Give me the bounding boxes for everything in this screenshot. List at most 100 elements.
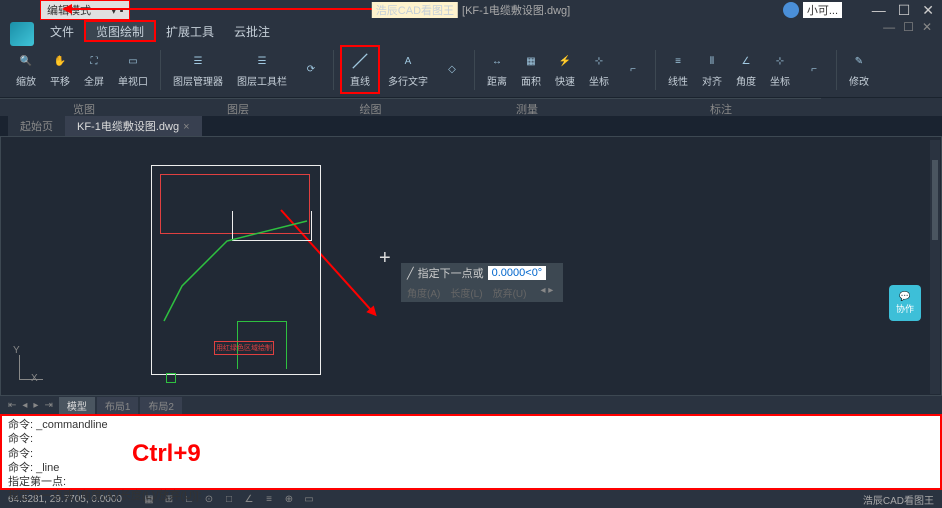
prompt-opt-angle[interactable]: 角度(A) <box>407 285 440 300</box>
prompt-input[interactable]: 0.0000<0° <box>488 266 547 280</box>
maximize-icon[interactable]: ☐ <box>898 2 911 19</box>
red-callout: 用红绿色区域绘制 <box>214 341 274 355</box>
tab-close-icon[interactable]: × <box>183 121 189 133</box>
group-view: 览图 <box>0 98 168 116</box>
axis-x-line <box>19 379 43 380</box>
coord-button[interactable]: ⊹坐标 <box>583 49 615 90</box>
prompt-nav-icon[interactable]: ◂ ▸ <box>536 285 557 300</box>
axis-y-line <box>19 355 20 379</box>
quick-button[interactable]: ⚡快速 <box>549 49 581 90</box>
group-draw: 绘图 <box>308 98 433 116</box>
menu-cloud[interactable]: 云批注 <box>224 20 280 42</box>
annotate-extra-button[interactable]: ⌐ <box>798 58 830 82</box>
line-button[interactable]: 直线 <box>340 45 380 94</box>
dynamic-input[interactable]: ╱ 指定下一点或 0.0000<0° 角度(A) 长度(L) 放弃(U) ◂ ▸ <box>401 263 563 302</box>
layer-extra-button[interactable]: ⟳ <box>295 58 327 82</box>
mtext-button[interactable]: A多行文字 <box>382 49 434 90</box>
drawing-canvas[interactable]: 用红绿色区域绘制 + ╱ 指定下一点或 0.0000<0° 角度(A) 长度(L… <box>0 136 942 396</box>
selection-grip[interactable] <box>166 373 176 383</box>
doc-close-icon[interactable]: ✕ <box>922 20 932 42</box>
pan-icon: ✋ <box>50 51 70 71</box>
doc-minimize-icon[interactable]: — <box>883 20 895 42</box>
annotation-arrow <box>65 8 415 10</box>
coord2-button[interactable]: ⊹坐标 <box>764 49 796 90</box>
line-preview-icon: ╱ <box>407 267 414 280</box>
separator <box>474 50 475 90</box>
command-window[interactable]: 命令: _commandline 命令: 命令: 命令: _line 指定第一点… <box>0 414 942 490</box>
coord2-icon: ⊹ <box>770 51 790 71</box>
line-icon <box>350 51 370 71</box>
layers-icon: ☰ <box>188 51 208 71</box>
separator <box>160 50 161 90</box>
chat-icon: 💬 <box>899 291 910 302</box>
layout-nav-first-icon[interactable]: ⇤ <box>8 400 16 411</box>
prompt-opt-undo[interactable]: 放弃(U) <box>493 285 527 300</box>
measure-extra-button[interactable]: ⌐ <box>617 58 649 82</box>
text-icon: A <box>398 51 418 71</box>
modify-button[interactable]: ✎修改 <box>843 49 875 90</box>
menu-ext-tools[interactable]: 扩展工具 <box>156 20 224 42</box>
minimize-icon[interactable]: — <box>872 2 886 19</box>
draw-extra-button[interactable]: ◇ <box>436 58 468 82</box>
layout-tab-model[interactable]: 模型 <box>59 397 95 414</box>
angle-button[interactable]: ∠角度 <box>730 49 762 90</box>
linetype-button[interactable]: ≡线性 <box>662 49 694 90</box>
layout-nav-prev-icon[interactable]: ◂ <box>22 400 27 411</box>
layer-manager-button[interactable]: ☰图层管理器 <box>167 49 229 90</box>
align-button[interactable]: ⫴对齐 <box>696 49 728 90</box>
prompt-label: 指定下一点或 <box>418 265 484 281</box>
layout-nav-next-icon[interactable]: ▸ <box>33 400 38 411</box>
single-view-button[interactable]: ▭单视口 <box>112 49 154 90</box>
measure-extra-icon: ⌐ <box>623 60 643 80</box>
zoom-icon: 🔍 <box>16 51 36 71</box>
align-icon: ⫴ <box>702 51 722 71</box>
prompt-opt-length[interactable]: 长度(L) <box>450 285 482 300</box>
cmd-line: 命令: _commandline <box>8 418 934 432</box>
user-avatar-icon[interactable] <box>783 2 799 18</box>
fullscreen-icon: ⛶ <box>84 51 104 71</box>
area-icon: ▦ <box>521 51 541 71</box>
annotate-extra-icon: ⌐ <box>804 60 824 80</box>
distance-icon: ↔ <box>487 51 507 71</box>
area-button[interactable]: ▦面积 <box>515 49 547 90</box>
group-measure: 测量 <box>433 98 621 116</box>
layer-extra-icon: ⟳ <box>301 60 321 80</box>
coord-icon: ⊹ <box>589 51 609 71</box>
distance-button[interactable]: ↔距离 <box>481 49 513 90</box>
modify-icon: ✎ <box>849 51 869 71</box>
tab-start[interactable]: 起始页 <box>8 116 65 136</box>
layout-nav-last-icon[interactable]: ⇥ <box>44 400 52 411</box>
collaboration-button[interactable]: 💬 协作 <box>889 285 921 321</box>
separator <box>333 50 334 90</box>
app-logo-icon <box>10 22 34 46</box>
layer-toolbar-icon: ☰ <box>252 51 272 71</box>
pan-button[interactable]: ✋平移 <box>44 49 76 90</box>
zoom-button[interactable]: 🔍缩放 <box>10 49 42 90</box>
layout-tab-1[interactable]: 布局1 <box>97 397 139 414</box>
user-name: 小可... <box>803 2 842 18</box>
single-view-icon: ▭ <box>123 51 143 71</box>
vertical-scrollbar[interactable] <box>930 140 940 394</box>
shortcut-annotation: Ctrl+9 <box>132 438 201 469</box>
file-title: [KF-1电缆敷设图.dwg] <box>462 2 570 18</box>
angle-icon: ∠ <box>736 51 756 71</box>
quick-icon: ⚡ <box>555 51 575 71</box>
app-title: 浩辰CAD看图王 <box>372 2 458 18</box>
mode-toggle-icon: ▾ ▪ <box>111 4 123 17</box>
group-annotate: 标注 <box>621 98 821 116</box>
layer-toolbar-button[interactable]: ☰图层工具栏 <box>231 49 293 90</box>
mode-button[interactable]: 编辑模式 ▾ ▪ <box>40 0 130 20</box>
linetype-icon: ≡ <box>668 51 688 71</box>
doc-restore-icon[interactable]: ☐ <box>903 20 914 42</box>
tab-file[interactable]: KF-1电缆敷设图.dwg× <box>65 116 202 136</box>
menu-file[interactable]: 文件 <box>40 20 84 42</box>
menu-view-draw[interactable]: 览图绘制 <box>84 20 156 42</box>
drawing-frame: 用红绿色区域绘制 <box>151 165 321 375</box>
close-icon[interactable]: ✕ <box>922 2 934 19</box>
separator <box>655 50 656 90</box>
separator <box>836 50 837 90</box>
cmd-line: 指定下一点或 [角度(A)/长度(L)/放弃(U)]: <box>8 489 934 503</box>
layout-tab-2[interactable]: 布局2 <box>140 397 182 414</box>
shapes-icon: ◇ <box>442 60 462 80</box>
fullscreen-button[interactable]: ⛶全屏 <box>78 49 110 90</box>
